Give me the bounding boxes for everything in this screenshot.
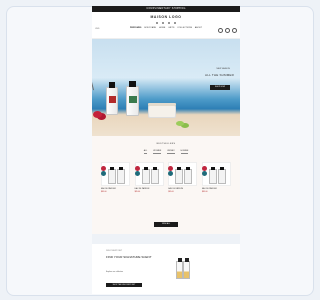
red-label-bottle [106, 82, 118, 115]
hero-title: ALL THE SUMMER [205, 73, 234, 77]
nav-item[interactable]: BODYCARE [144, 27, 156, 29]
nav-item[interactable]: COLLECTIONS [177, 27, 192, 29]
product-name[interactable]: EAU DE PARFUM [101, 188, 130, 190]
social-icon[interactable] [162, 22, 164, 24]
raspberry-decoration [93, 111, 102, 118]
hero-cta-button[interactable]: SHOP NOW [210, 85, 230, 90]
social-icons [92, 22, 240, 24]
product-image[interactable] [168, 162, 198, 186]
badge-icon [134, 171, 140, 176]
hero-eyebrow: NEW SEASON [216, 68, 230, 70]
social-icon[interactable] [156, 22, 158, 24]
product-name[interactable]: EAU DE PARFUM [202, 188, 231, 190]
tab-unisex[interactable]: UNISEX [167, 150, 175, 154]
header-tools [218, 28, 237, 33]
sample-bottle [176, 258, 183, 279]
promo-title: FIND YOUR SIGNATURE SCENT [106, 255, 152, 259]
tab-homme[interactable]: HOMME [180, 150, 189, 154]
category-tabs: ALL WOMEN UNISEX HOMME [92, 150, 240, 154]
account-icon[interactable] [225, 28, 230, 33]
site-header: USD MAISON LOGO PERFUMES BODYCARE HOME G… [92, 12, 240, 39]
badge-icon [201, 171, 207, 176]
sample-bottle [183, 258, 190, 279]
nav-item[interactable]: HOME [159, 27, 165, 29]
badge-icon [101, 171, 106, 176]
product-name[interactable]: EAU DE PARFUM [135, 188, 164, 190]
section-title: BESTSELLERS [156, 143, 176, 145]
search-icon[interactable] [218, 28, 223, 33]
product-price: $85.00 [134, 191, 141, 194]
product-card[interactable]: EAU DE PARFUM $85.00 [134, 162, 164, 194]
social-icon[interactable] [174, 22, 176, 24]
promo-text: Explore our collection [106, 271, 124, 273]
bestsellers-section: BESTSELLERS ALL WOMEN UNISEX HOMME EAU D… [92, 136, 240, 234]
palm-leaf-decoration [92, 47, 108, 91]
cart-icon[interactable] [232, 28, 237, 33]
site-logo[interactable]: MAISON LOGO [92, 15, 240, 19]
nav-item[interactable]: GIFTS [168, 27, 174, 29]
hero-banner: NEW SEASON ALL THE SUMMER SHOP NOW [92, 39, 240, 136]
currency-selector[interactable]: USD [95, 28, 99, 30]
cream-jar [148, 103, 176, 118]
lime-decoration [176, 121, 184, 126]
product-image[interactable] [101, 162, 130, 186]
tab-women[interactable]: WOMEN [153, 150, 162, 154]
product-price: $85.00 [101, 191, 107, 194]
product-name[interactable]: EAU DE PARFUM [168, 188, 197, 190]
nav-item[interactable]: ABOUT [195, 27, 202, 29]
promo-cta-button[interactable]: SHOP THE DISCOVERY SET [106, 283, 142, 287]
tab-all[interactable]: ALL [143, 150, 148, 154]
product-image[interactable] [201, 162, 231, 186]
view-all-button[interactable]: VIEW ALL [154, 222, 178, 227]
product-card[interactable]: EAU DE PARFUM $85.00 [168, 162, 198, 194]
badge-icon [168, 171, 174, 176]
main-nav: PERFUMES BODYCARE HOME GIFTS COLLECTIONS… [102, 27, 230, 30]
product-card[interactable]: EAU DE PARFUM $85.00 [101, 162, 130, 193]
promo-eyebrow: DISCOVERY SET [106, 250, 123, 252]
social-icon[interactable] [168, 22, 170, 24]
nav-item[interactable]: PERFUMES [130, 27, 142, 29]
product-price: $85.00 [168, 191, 174, 194]
web-page: COMPLIMENTARY SHIPPING USD MAISON LOGO P… [92, 6, 240, 294]
product-card[interactable]: EAU DE PARFUM $85.00 [201, 162, 231, 194]
green-label-bottle [126, 81, 139, 116]
product-grid: EAU DE PARFUM $85.00 EAU DE PARFUM $85.0… [101, 162, 231, 193]
promo-section: DISCOVERY SET FIND YOUR SIGNATURE SCENT … [92, 244, 240, 294]
product-image[interactable] [134, 162, 164, 186]
section-gap [92, 234, 240, 244]
product-price: $85.00 [201, 191, 208, 194]
